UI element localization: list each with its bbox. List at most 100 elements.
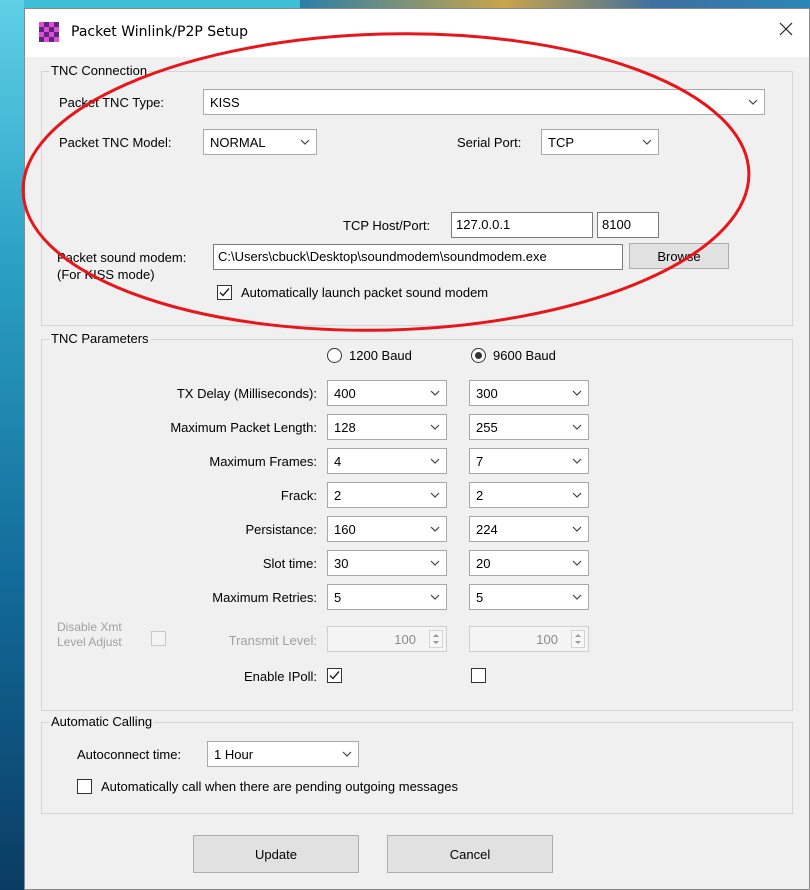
autoconnect-label: Autoconnect time: <box>77 747 182 762</box>
param-label: Maximum Frames: <box>209 454 317 469</box>
param-v9600-select[interactable]: 300 <box>469 380 589 406</box>
update-button[interactable]: Update <box>193 835 359 873</box>
tcp-host-label: TCP Host/Port: <box>343 218 431 233</box>
baud-1200-radio[interactable] <box>327 348 342 363</box>
spinner-buttons[interactable] <box>429 630 443 648</box>
transmit-level-9600-spinner[interactable]: 100 <box>469 626 589 652</box>
autoconnect-select[interactable]: 1 Hour <box>207 741 359 767</box>
window-title: Packet Winlink/P2P Setup <box>71 24 249 40</box>
chevron-down-icon <box>342 751 352 757</box>
check-icon <box>329 671 340 680</box>
param-value: 5 <box>476 590 484 605</box>
title-bar: Packet Winlink/P2P Setup <box>25 9 809 57</box>
param-v9600-select[interactable]: 20 <box>469 550 589 576</box>
chevron-down-icon <box>642 139 652 145</box>
param-value: 20 <box>476 556 491 571</box>
serial-port-select[interactable]: TCP <box>541 129 659 155</box>
param-v1200-select[interactable]: 128 <box>327 414 447 440</box>
transmit-level-1200-spinner[interactable]: 100 <box>327 626 447 652</box>
auto-calling-label: Automatic Calling <box>49 714 155 729</box>
close-button[interactable] <box>763 9 809 49</box>
param-v9600-select[interactable]: 224 <box>469 516 589 542</box>
param-label: Slot time: <box>262 556 317 571</box>
chevron-down-icon <box>572 594 582 600</box>
transmit-level-1200-value: 100 <box>394 632 416 647</box>
param-label: Maximum Packet Length: <box>170 420 317 435</box>
chevron-down-icon <box>430 424 440 430</box>
param-v9600-select[interactable]: 255 <box>469 414 589 440</box>
auto-launch-label: Automatically launch packet sound modem <box>241 285 489 300</box>
param-value: 2 <box>476 488 484 503</box>
transmit-level-9600-value: 100 <box>536 632 558 647</box>
param-v1200-select[interactable]: 30 <box>327 550 447 576</box>
tnc-model-label: Packet TNC Model: <box>59 135 172 150</box>
sound-modem-label: Packet sound modem: <box>57 250 187 265</box>
chevron-down-icon <box>572 390 582 396</box>
tcp-host-value: 127.0.0.1 <box>456 217 511 232</box>
setup-dialog: Packet Winlink/P2P Setup TNC Connection … <box>24 8 810 890</box>
tcp-port-value: 8100 <box>602 217 631 232</box>
param-v9600-select[interactable]: 7 <box>469 448 589 474</box>
param-v1200-select[interactable]: 5 <box>327 584 447 610</box>
param-value: 300 <box>476 386 498 401</box>
param-value: 4 <box>334 454 342 469</box>
baud-9600-radio[interactable] <box>471 348 486 363</box>
chevron-down-icon <box>300 139 310 145</box>
tcp-port-input[interactable]: 8100 <box>597 212 659 238</box>
disable-xmt-label: Disable Xmt <box>57 620 122 634</box>
radio-selected-dot <box>475 352 482 359</box>
sound-modem-sublabel: (For KISS mode) <box>57 267 155 282</box>
tnc-type-select[interactable]: KISS <box>203 89 765 115</box>
chevron-down-icon <box>430 390 440 396</box>
tnc-type-value: KISS <box>210 95 240 110</box>
transmit-level-label: Transmit Level: <box>228 633 317 648</box>
serial-port-label: Serial Port: <box>457 135 522 150</box>
ipoll-9600-checkbox[interactable] <box>471 668 486 683</box>
param-label: Frack: <box>280 488 317 503</box>
auto-call-checkbox[interactable] <box>77 779 92 794</box>
chevron-down-icon <box>572 492 582 498</box>
chevron-down-icon <box>572 424 582 430</box>
tcp-host-input[interactable]: 127.0.0.1 <box>451 212 593 238</box>
chevron-down-icon <box>430 560 440 566</box>
level-adjust-label: Level Adjust <box>57 635 122 649</box>
param-label: Maximum Retries: <box>212 590 317 605</box>
param-v1200-select[interactable]: 4 <box>327 448 447 474</box>
chevron-down-icon <box>430 492 440 498</box>
param-value: 2 <box>334 488 342 503</box>
chevron-down-icon <box>572 458 582 464</box>
param-value: 30 <box>334 556 349 571</box>
tnc-model-value: NORMAL <box>210 135 266 150</box>
tnc-connection-label: TNC Connection <box>49 63 150 78</box>
baud-9600-label: 9600 Baud <box>493 348 556 363</box>
close-icon <box>779 22 793 36</box>
spin-arrows-icon <box>575 634 581 644</box>
spin-arrows-icon <box>433 634 439 644</box>
spinner-buttons[interactable] <box>571 630 585 648</box>
chevron-down-icon <box>430 526 440 532</box>
param-v9600-select[interactable]: 5 <box>469 584 589 610</box>
param-label: TX Delay (Milliseconds): <box>176 386 317 401</box>
tnc-model-select[interactable]: NORMAL <box>203 129 317 155</box>
param-v9600-select[interactable]: 2 <box>469 482 589 508</box>
sound-modem-path-input[interactable]: C:\Users\cbuck\Desktop\soundmodem\soundm… <box>213 244 623 270</box>
cancel-button[interactable]: Cancel <box>387 835 553 873</box>
param-v1200-select[interactable]: 2 <box>327 482 447 508</box>
ipoll-1200-checkbox[interactable] <box>327 668 342 683</box>
tnc-type-label: Packet TNC Type: <box>59 95 165 110</box>
param-value: 5 <box>334 590 342 605</box>
param-value: 160 <box>334 522 356 537</box>
ipoll-label: Enable IPoll: <box>244 669 317 684</box>
param-v1200-select[interactable]: 160 <box>327 516 447 542</box>
param-value: 400 <box>334 386 356 401</box>
chevron-down-icon <box>430 458 440 464</box>
param-v1200-select[interactable]: 400 <box>327 380 447 406</box>
param-value: 128 <box>334 420 356 435</box>
disable-xmt-checkbox[interactable] <box>151 631 166 646</box>
browse-button[interactable]: Browse <box>629 243 729 269</box>
desktop-background <box>0 0 24 890</box>
sound-modem-path-value: C:\Users\cbuck\Desktop\soundmodem\soundm… <box>218 249 547 264</box>
auto-call-label: Automatically call when there are pendin… <box>101 779 458 794</box>
auto-launch-checkbox[interactable] <box>217 285 232 300</box>
autoconnect-value: 1 Hour <box>214 747 254 762</box>
